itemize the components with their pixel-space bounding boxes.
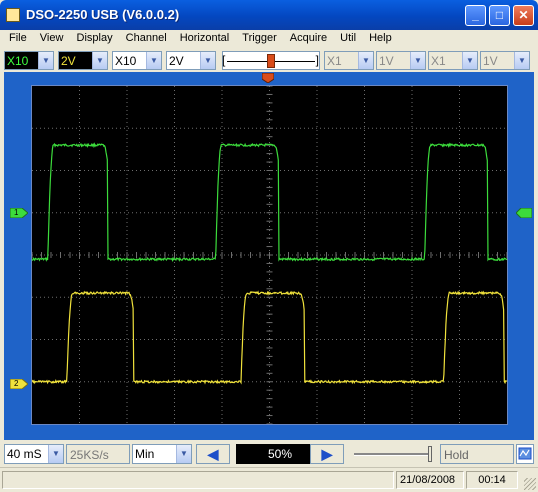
menu-horizontal[interactable]: Horizontal [175,30,235,48]
status-date: 21/08/2008 [396,471,464,489]
menu-channel[interactable]: Channel [121,30,172,48]
acquire-mode-value: Min [135,447,155,461]
sample-rate-field: 25KS/s [66,444,130,464]
channel-toolbar: X10 ▼ 2V ▼ X10 ▼ 2V ▼ [ ] X1 ▼ 1V ▼ X1 ▼… [4,48,534,72]
waveform-display[interactable] [31,85,508,425]
menu-view[interactable]: View [35,30,69,48]
ch2-marker-label: 2 [14,379,19,388]
chevron-down-icon[interactable]: ▼ [176,445,191,463]
math-probe-value: X1 [327,54,342,68]
ch1-probe-value: X10 [7,54,29,68]
acquire-mode-select[interactable]: Min ▼ [132,444,192,464]
math-volts-value: 1V [379,54,394,68]
ch2-volts-select[interactable]: 2V ▼ [166,51,216,70]
trigger-bracket-right: ] [315,53,319,67]
slider-thumb[interactable] [428,446,432,462]
autoset-icon[interactable] [516,444,534,464]
menu-trigger[interactable]: Trigger [237,30,281,48]
ref-probe-select[interactable]: X1 ▼ [428,51,478,70]
trigger-position-slider[interactable]: [ ] [222,51,320,70]
slider-rail [354,453,432,456]
timebase-value: 40 mS [7,447,42,461]
chevron-down-icon[interactable]: ▼ [514,52,529,69]
ch1-marker-shape [9,207,29,219]
app-icon [6,8,20,22]
sample-rate-value: 25KS/s [70,448,109,462]
trigger-marker-icon[interactable] [261,72,275,84]
math-volts-select[interactable]: 1V ▼ [376,51,426,70]
ch1-right-marker-shape [515,207,533,219]
ch1-marker-label: 1 [14,208,19,217]
waveform-canvas [31,85,508,425]
ch2-probe-select[interactable]: X10 ▼ [112,51,162,70]
menu-acquire[interactable]: Acquire [285,30,332,48]
chevron-down-icon[interactable]: ▼ [358,52,373,69]
ref-probe-value: X1 [431,54,446,68]
status-bar: 21/08/2008 00:14 [0,467,538,492]
title-bar[interactable]: DSO-2250 USB (V6.0.0.2) _ □ ✕ [0,0,538,30]
timebase-select[interactable]: 40 mS ▼ [4,444,64,464]
menu-bar: File View Display Channel Horizontal Tri… [4,30,534,48]
timebase-toolbar: 40 mS ▼ 25KS/s Min ▼ ◀ 50% ▶ Hold [4,441,534,467]
run-status-field[interactable]: Hold [440,444,514,464]
window-title: DSO-2250 USB (V6.0.0.2) [26,7,180,22]
chevron-down-icon[interactable]: ▼ [146,52,161,69]
double-right-arrow-icon: ▶ [321,446,333,462]
chevron-down-icon[interactable]: ▼ [462,52,477,69]
ref-volts-value: 1V [483,54,498,68]
ch1-probe-select[interactable]: X10 ▼ [4,51,54,70]
chevron-down-icon[interactable]: ▼ [92,52,107,69]
next-position-button[interactable]: ▶ [310,444,344,464]
ch2-marker-shape [9,378,29,390]
status-time: 00:14 [466,471,518,489]
trigger-bracket-left: [ [222,53,226,67]
trigger-marker-shape [261,72,275,84]
ch1-volts-value: 2V [61,54,76,68]
menu-file[interactable]: File [4,30,32,48]
ch2-volts-value: 2V [169,54,184,68]
chevron-down-icon[interactable]: ▼ [200,52,215,69]
ch1-volts-select[interactable]: 2V ▼ [58,51,108,70]
run-status-value: Hold [444,448,469,462]
ch1-right-marker [515,207,533,219]
chevron-down-icon[interactable]: ▼ [38,52,53,69]
ch2-level-marker[interactable]: 2 [9,378,29,390]
ch2-probe-value: X10 [115,54,137,68]
menu-display[interactable]: Display [72,30,118,48]
menu-util[interactable]: Util [335,30,361,48]
maximize-button[interactable]: □ [489,5,510,26]
scope-panel: 1 2 [4,72,534,440]
autoset-icon-graphic [518,447,532,460]
minimize-button[interactable]: _ [465,5,486,26]
previous-position-button[interactable]: ◀ [196,444,230,464]
resize-grip[interactable] [524,478,536,490]
math-probe-select[interactable]: X1 ▼ [324,51,374,70]
ref-volts-select[interactable]: 1V ▼ [480,51,530,70]
intensity-slider[interactable] [350,444,438,464]
close-button[interactable]: ✕ [513,5,534,26]
menu-help[interactable]: Help [364,30,397,48]
status-message-cell [2,471,394,489]
chevron-down-icon[interactable]: ▼ [410,52,425,69]
trigger-slider-knob[interactable] [267,54,275,68]
double-left-arrow-icon: ◀ [207,446,219,462]
ch1-level-marker[interactable]: 1 [9,207,29,219]
chevron-down-icon[interactable]: ▼ [48,445,63,463]
